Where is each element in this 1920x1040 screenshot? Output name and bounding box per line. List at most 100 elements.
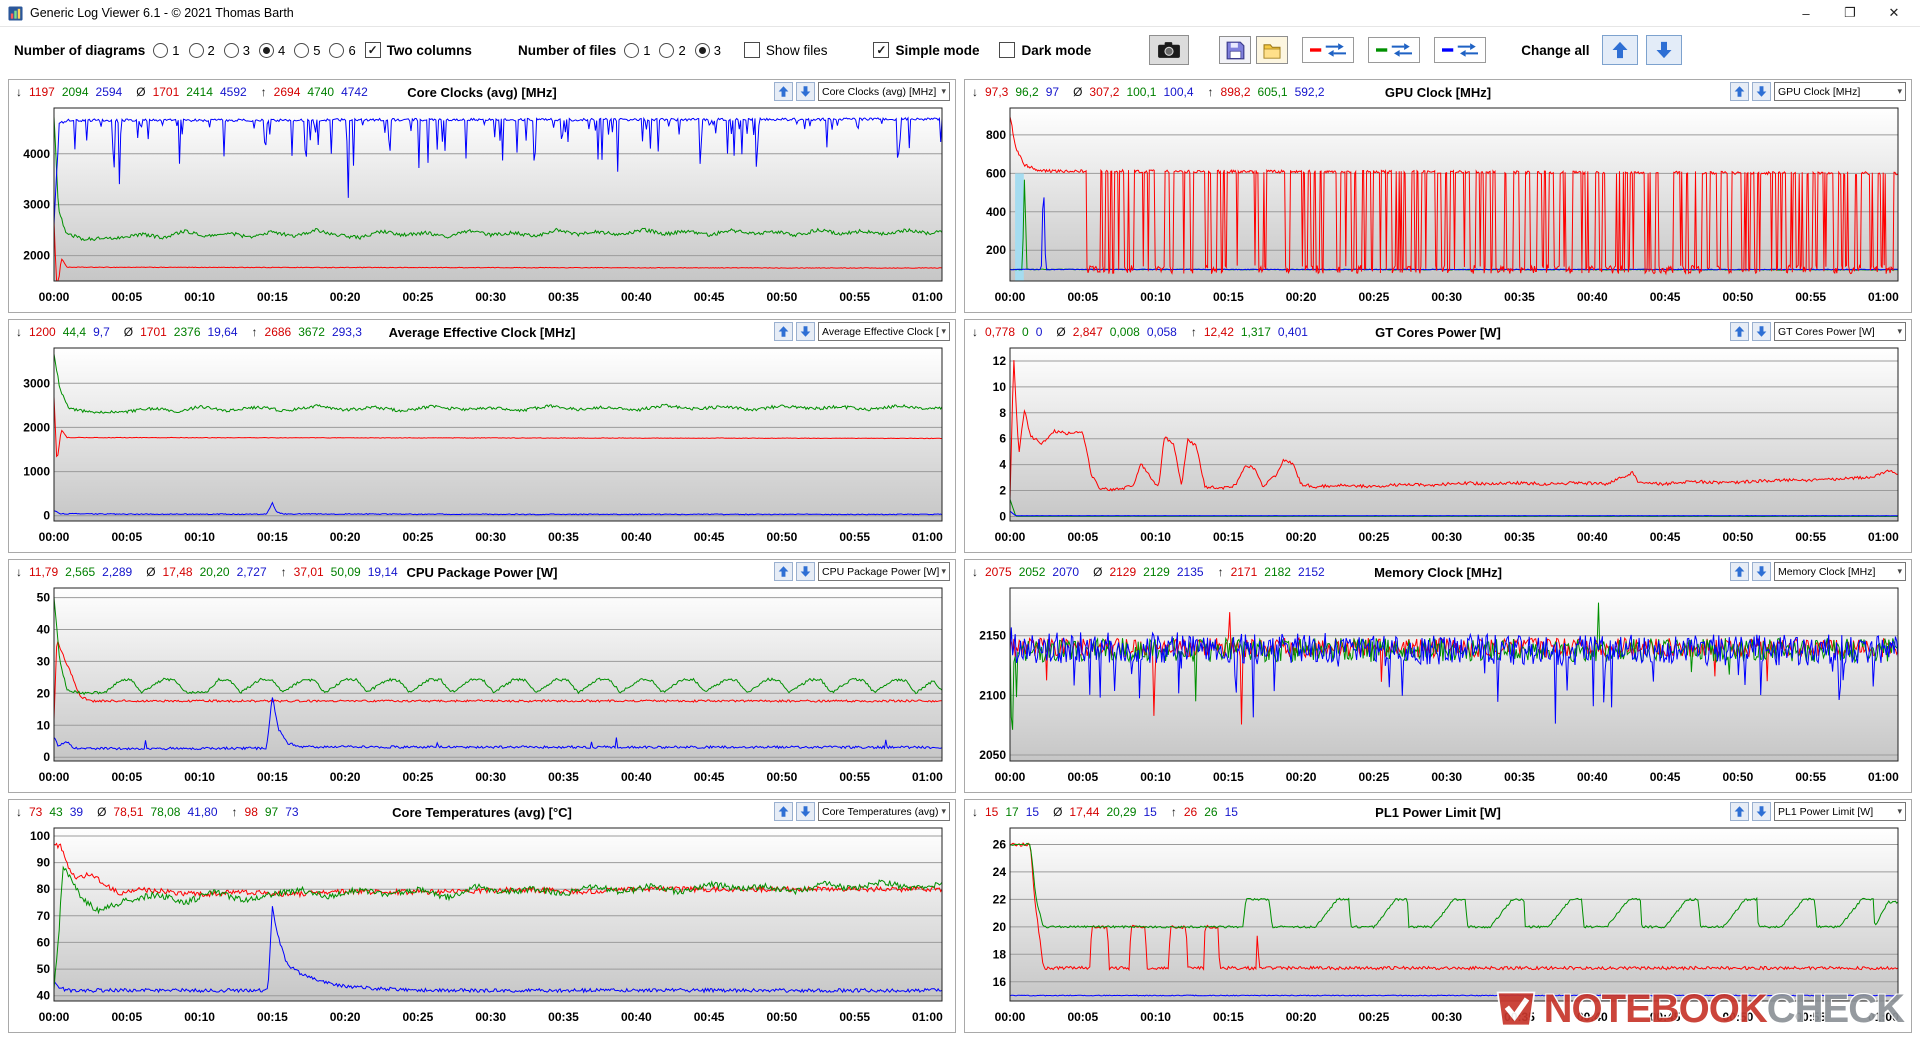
metric-dropdown[interactable]: Core Clocks (avg) [MHz] ▾ bbox=[818, 82, 950, 101]
move-chart-down-button[interactable] bbox=[796, 562, 815, 581]
svg-text:2: 2 bbox=[999, 484, 1006, 498]
chart-stats: ↓ 1200 44,4 9,7 Ø 1701 2376 19,64 ↑ 2686… bbox=[16, 325, 376, 339]
move-chart-down-button[interactable] bbox=[796, 322, 815, 341]
screenshot-button[interactable] bbox=[1149, 35, 1190, 65]
move-chart-up-button[interactable] bbox=[1730, 82, 1749, 101]
stat-avg-file1: 17,44 bbox=[1069, 805, 1100, 819]
svg-text:00:45: 00:45 bbox=[694, 290, 725, 304]
svg-text:00:05: 00:05 bbox=[111, 770, 142, 784]
average-symbol: Ø bbox=[123, 325, 134, 339]
svg-text:00:15: 00:15 bbox=[1213, 290, 1244, 304]
metric-dropdown[interactable]: PL1 Power Limit [W] ▾ bbox=[1774, 802, 1906, 821]
svg-text:00:10: 00:10 bbox=[1140, 770, 1171, 784]
stat-max-file1: 37,01 bbox=[293, 565, 324, 579]
swap-file1-color-button[interactable] bbox=[1302, 37, 1355, 63]
chart-panel: ↓ 11,79 2,565 2,289 Ø 17,48 20,20 2,727 … bbox=[8, 559, 956, 793]
diagrams-count-label: Number of diagrams bbox=[14, 42, 146, 58]
svg-text:00:00: 00:00 bbox=[995, 1010, 1026, 1024]
chart-plot: 0 10 20 30 40 50 00:00 00:05 00:10 00:15 00:20 00:2… bbox=[37, 587, 943, 784]
metric-dropdown[interactable]: GT Cores Power [W] ▾ bbox=[1774, 322, 1906, 341]
move-chart-up-button[interactable] bbox=[774, 802, 793, 821]
chart-stats: ↓ 15 17 15 Ø 17,44 20,29 15 ↑ 26 26 15 bbox=[972, 805, 1252, 819]
metric-dropdown-value: CPU Package Power [W] bbox=[822, 565, 940, 578]
move-chart-down-button[interactable] bbox=[1752, 802, 1771, 821]
stat-max-file3: 293,3 bbox=[331, 325, 362, 339]
svg-text:00:00: 00:00 bbox=[39, 770, 70, 784]
svg-text:00:40: 00:40 bbox=[621, 290, 652, 304]
stat-min-file2: 96,2 bbox=[1015, 85, 1039, 99]
svg-text:22: 22 bbox=[993, 892, 1007, 906]
metric-dropdown[interactable]: Average Effective Clock [MHz] ▾ bbox=[818, 322, 950, 341]
files-radio-2[interactable]: 2 bbox=[659, 42, 686, 58]
svg-text:00:30: 00:30 bbox=[475, 1010, 506, 1024]
metric-dropdown-value: Core Temperatures (avg) [°C] bbox=[822, 805, 939, 818]
svg-text:00:05: 00:05 bbox=[1067, 530, 1098, 544]
metric-dropdown[interactable]: CPU Package Power [W] ▾ bbox=[818, 562, 950, 581]
svg-text:00:20: 00:20 bbox=[1286, 530, 1317, 544]
open-folder-button[interactable] bbox=[1256, 36, 1289, 64]
metric-dropdown[interactable]: Core Temperatures (avg) [°C] ▾ bbox=[818, 802, 950, 821]
move-chart-up-button[interactable] bbox=[774, 82, 793, 101]
svg-text:00:40: 00:40 bbox=[1577, 1010, 1608, 1024]
save-button[interactable] bbox=[1219, 36, 1252, 64]
files-count-label: Number of files bbox=[517, 42, 617, 58]
max-arrow-icon: ↑ bbox=[1217, 565, 1224, 579]
show-files-checkbox[interactable]: ✓ Show files bbox=[743, 42, 827, 58]
diagrams-radio-1[interactable]: 1 bbox=[153, 42, 180, 58]
chevron-down-icon: ▾ bbox=[941, 806, 946, 816]
stat-avg-file2: 0,008 bbox=[1109, 325, 1140, 339]
diagrams-radio-2[interactable]: 2 bbox=[188, 42, 215, 58]
two-columns-checkbox[interactable]: ✓ Two columns bbox=[364, 42, 472, 58]
change-all-down-button[interactable] bbox=[1645, 35, 1682, 65]
metric-dropdown[interactable]: GPU Clock [MHz] ▾ bbox=[1774, 82, 1906, 101]
stat-min-file2: 0 bbox=[1022, 325, 1029, 339]
svg-text:00:25: 00:25 bbox=[1359, 290, 1390, 304]
move-chart-down-button[interactable] bbox=[796, 802, 815, 821]
stat-min-file1: 2075 bbox=[985, 565, 1012, 579]
radio-circle bbox=[694, 42, 710, 58]
svg-text:00:05: 00:05 bbox=[1067, 770, 1098, 784]
metric-dropdown-value: Memory Clock [MHz] bbox=[1778, 565, 1876, 578]
files-radio-3[interactable]: 3 bbox=[694, 42, 721, 58]
max-arrow-icon: ↑ bbox=[251, 325, 258, 339]
minimize-button[interactable]: – bbox=[1784, 0, 1828, 26]
diagrams-radio-6[interactable]: 6 bbox=[329, 42, 356, 58]
chart-panel-controls: Core Clocks (avg) [MHz] ▾ bbox=[774, 82, 950, 101]
max-arrow-icon: ↑ bbox=[1207, 85, 1214, 99]
stat-max-file1: 12,42 bbox=[1203, 325, 1234, 339]
move-chart-up-button[interactable] bbox=[1730, 322, 1749, 341]
diagrams-radio-5[interactable]: 5 bbox=[294, 42, 320, 58]
charts-grid: ↓ 1197 2094 2594 Ø 1701 2414 4592 ↑ 2694… bbox=[0, 73, 1920, 1039]
stat-min-file3: 97 bbox=[1045, 85, 1060, 99]
swap-file3-color-button[interactable] bbox=[1434, 37, 1487, 63]
move-chart-up-button[interactable] bbox=[1730, 802, 1749, 821]
move-chart-down-button[interactable] bbox=[1752, 322, 1771, 341]
stat-max-file3: 19,14 bbox=[367, 565, 398, 579]
metric-dropdown[interactable]: Memory Clock [MHz] ▾ bbox=[1774, 562, 1906, 581]
move-chart-down-button[interactable] bbox=[1752, 82, 1771, 101]
svg-text:00:20: 00:20 bbox=[1286, 290, 1317, 304]
svg-text:00:40: 00:40 bbox=[621, 530, 652, 544]
stat-max-file2: 2182 bbox=[1264, 565, 1291, 579]
diagrams-radio-4[interactable]: 4 bbox=[258, 42, 285, 58]
dark-mode-checkbox[interactable]: ✓ Dark mode bbox=[999, 42, 1091, 58]
move-chart-up-button[interactable] bbox=[774, 322, 793, 341]
move-chart-down-button[interactable] bbox=[1752, 562, 1771, 581]
files-radio-1[interactable]: 1 bbox=[624, 42, 650, 58]
close-button[interactable]: ✕ bbox=[1872, 0, 1916, 26]
min-stats-group: ↓ 1200 44,4 9,7 bbox=[16, 325, 110, 339]
diagrams-radio-3[interactable]: 3 bbox=[223, 42, 250, 58]
svg-text:00:35: 00:35 bbox=[548, 530, 579, 544]
svg-text:12: 12 bbox=[993, 354, 1007, 368]
change-all-up-button[interactable] bbox=[1601, 35, 1638, 65]
swap-file2-color-button[interactable] bbox=[1368, 37, 1421, 63]
diagrams-radio-group: 1 2 3 4 5 6 bbox=[153, 42, 364, 58]
arrow-down-icon bbox=[1756, 326, 1767, 337]
stat-max-file2: 3672 bbox=[298, 325, 325, 339]
move-chart-up-button[interactable] bbox=[774, 562, 793, 581]
move-chart-up-button[interactable] bbox=[1730, 562, 1749, 581]
chart-panel: ↓ 2075 2052 2070 Ø 2129 2129 2135 ↑ 2171… bbox=[964, 559, 1912, 793]
maximize-button[interactable]: ❐ bbox=[1828, 0, 1872, 26]
move-chart-down-button[interactable] bbox=[796, 82, 815, 101]
simple-mode-checkbox[interactable]: ✓ Simple mode bbox=[873, 42, 979, 58]
